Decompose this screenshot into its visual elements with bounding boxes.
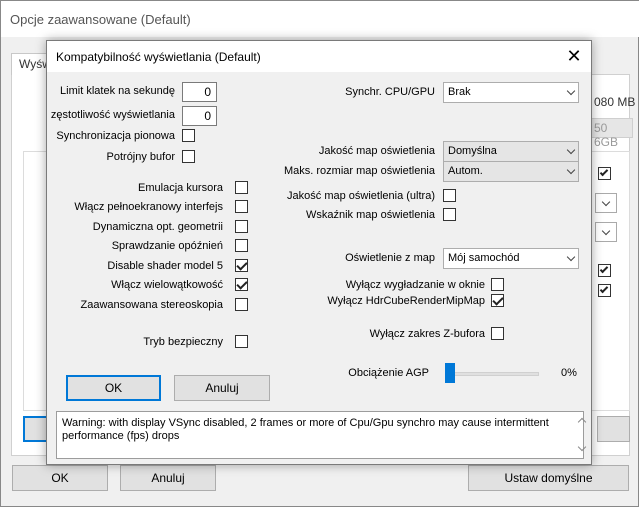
background-checkbox[interactable]: [598, 264, 611, 277]
lightmap-ultra-checkbox[interactable]: [443, 189, 456, 202]
agp-load-slider-thumb[interactable]: [445, 363, 455, 383]
lightmap-indicator-label: Wskaźnik map oświetlenia: [306, 209, 435, 221]
lightmap-quality-value: Domyślna: [448, 145, 497, 157]
chevron-down-icon[interactable]: [577, 442, 587, 452]
disable-zbuffer-label: Wyłącz zakres Z-bufora: [369, 328, 485, 340]
background-checkbox[interactable]: [598, 167, 611, 180]
cpu-gpu-sync-label: Synchr. CPU/GPU: [345, 86, 435, 98]
agp-load-slider-track[interactable]: [449, 372, 539, 376]
warning-scrollbar[interactable]: [574, 413, 590, 457]
background-defaults-button[interactable]: Ustaw domyślne: [468, 465, 629, 491]
disable-shader-model-checkbox[interactable]: [235, 259, 248, 272]
lightmap-ultra-label: Jakość map oświetlenia (ultra): [287, 190, 435, 202]
dynamic-geometry-checkbox[interactable]: [235, 220, 248, 233]
cancel-button[interactable]: Anuluj: [174, 375, 270, 401]
agp-load-label: Obciążenie AGP: [348, 367, 429, 379]
background-titlebar: Opcje zaawansowane (Default): [1, 1, 639, 37]
advanced-stereo-label: Zaawansowana stereoskopia: [80, 299, 223, 311]
multithreading-label: Włącz wielowątkowość: [111, 279, 223, 291]
disable-hdrcube-label: Wyłącz HdrCubeRenderMipMap: [327, 295, 485, 307]
refresh-rate-label: zęstotliwość wyświetlania: [50, 109, 175, 121]
background-memory-field: 50 6GB: [589, 118, 633, 149]
disable-shader-model-label: Disable shader model 5: [107, 260, 223, 272]
map-lighting-value: Mój samochód: [448, 252, 520, 264]
chevron-down-icon: [566, 145, 576, 155]
vsync-checkbox[interactable]: [182, 129, 195, 142]
lightmap-maxsize-value: Autom.: [448, 165, 483, 177]
chevron-down-icon: [566, 86, 576, 96]
safe-mode-label: Tryb bezpieczny: [143, 336, 223, 348]
triple-buffer-checkbox[interactable]: [182, 150, 195, 163]
warning-textbox[interactable]: Warning: with display VSync disabled, 2 …: [56, 411, 587, 459]
disable-window-smoothing-label: Wyłącz wygładzanie w oknie: [345, 279, 485, 291]
background-combo[interactable]: [595, 222, 617, 242]
background-memory-text: 080 MB: [594, 95, 636, 109]
tab-display[interactable]: Wyświetlanie: [11, 53, 51, 75]
fullscreen-ui-label: Włącz pełnoekranowy interfejs: [74, 201, 223, 213]
lightmap-quality-select[interactable]: Domyślna: [443, 141, 579, 162]
latency-check-label: Sprawdzanie opóźnień: [111, 240, 223, 252]
ok-button[interactable]: OK: [66, 375, 161, 401]
fps-limit-input[interactable]: 0: [182, 82, 217, 102]
background-combo[interactable]: [595, 193, 617, 213]
disable-zbuffer-checkbox[interactable]: [491, 327, 504, 340]
dialog-title: Kompatybilność wyświetlania (Default): [56, 50, 261, 64]
cpu-gpu-sync-select[interactable]: Brak: [443, 82, 579, 103]
background-window-title: Opcje zaawansowane (Default): [10, 12, 191, 27]
background-ok-button[interactable]: OK: [12, 465, 108, 491]
background-cancel-button[interactable]: Anuluj: [120, 465, 216, 491]
close-icon[interactable]: ✕: [565, 47, 583, 65]
refresh-rate-input[interactable]: 0: [182, 106, 217, 126]
disable-window-smoothing-checkbox[interactable]: [491, 278, 504, 291]
lightmap-indicator-checkbox[interactable]: [443, 208, 456, 221]
background-partial-button[interactable]: [597, 416, 630, 442]
triple-buffer-label: Potrójny bufor: [106, 151, 175, 163]
agp-load-value: 0%: [561, 367, 577, 379]
chevron-down-icon: [566, 165, 576, 175]
lightmap-maxsize-label: Maks. rozmiar map oświetlenia: [284, 165, 435, 177]
cursor-emulation-label: Emulacja kursora: [138, 182, 223, 194]
map-lighting-select[interactable]: Mój samochód: [443, 248, 579, 269]
chevron-down-icon: [566, 252, 576, 262]
chevron-up-icon[interactable]: [577, 417, 587, 427]
fps-limit-label: Limit klatek na sekundę: [60, 85, 175, 97]
display-compatibility-dialog: Kompatybilność wyświetlania (Default) ✕ …: [46, 40, 592, 465]
latency-check-checkbox[interactable]: [235, 239, 248, 252]
vsync-label: Synchronizacja pionowa: [56, 130, 175, 142]
cpu-gpu-sync-value: Brak: [448, 86, 471, 98]
map-lighting-label: Oświetlenie z map: [345, 252, 435, 264]
warning-text: Warning: with display VSync disabled, 2 …: [62, 417, 549, 442]
lightmap-quality-label: Jakość map oświetlenia: [318, 145, 435, 157]
dialog-titlebar: Kompatybilność wyświetlania (Default) ✕: [47, 41, 591, 72]
dynamic-geometry-label: Dynamiczna opt. geometrii: [92, 221, 223, 233]
background-checkbox[interactable]: [598, 284, 611, 297]
lightmap-maxsize-select[interactable]: Autom.: [443, 161, 579, 182]
disable-hdrcube-checkbox[interactable]: [491, 294, 504, 307]
